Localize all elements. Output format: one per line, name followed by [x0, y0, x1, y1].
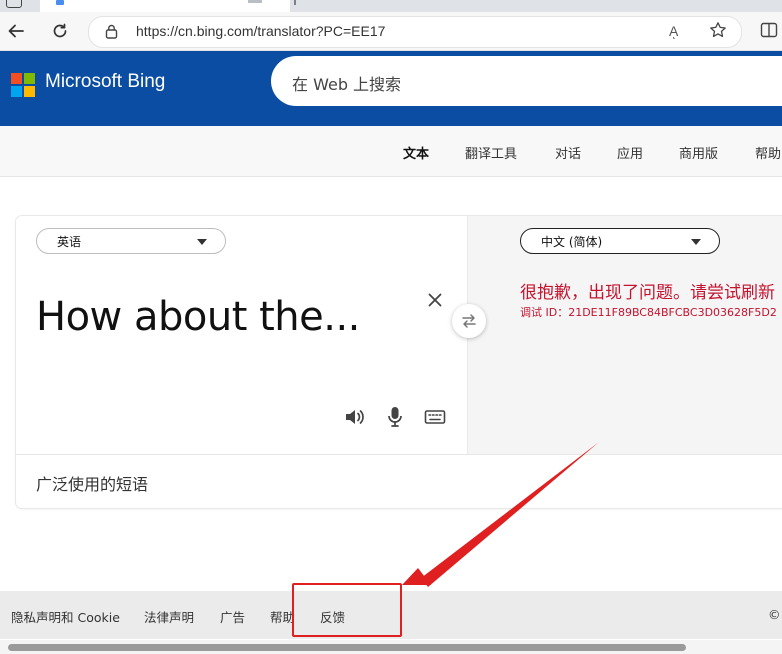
swap-languages-button[interactable]: [452, 304, 486, 338]
browser-toolbar: https://cn.bing.com/translator?PC=EE17 A…: [0, 12, 782, 51]
swap-arrows-icon: [462, 314, 476, 328]
keyboard-button[interactable]: [424, 406, 446, 432]
url-text[interactable]: https://cn.bing.com/translator?PC=EE17: [136, 23, 385, 39]
tab-strip: [0, 0, 782, 12]
tab-translation-tools[interactable]: 翻译工具: [465, 143, 517, 162]
footer-link-ads[interactable]: 广告: [220, 607, 245, 626]
tab-favicon-icon: [56, 0, 64, 5]
footer-link-legal[interactable]: 法律声明: [144, 607, 194, 626]
copyright-text: ©: [768, 607, 781, 622]
scrollbar-thumb[interactable]: [8, 644, 686, 651]
target-language-select[interactable]: 中文 (简体): [520, 228, 720, 254]
refresh-icon: [53, 23, 67, 38]
source-language-label: 英语: [57, 235, 82, 249]
search-input[interactable]: 在 Web 上搜索: [292, 71, 401, 95]
tab-title-fragment: [248, 0, 262, 3]
search-box[interactable]: 在 Web 上搜索: [271, 56, 782, 106]
microsoft-logo-icon[interactable]: [11, 73, 35, 97]
tab-conversation[interactable]: 对话: [555, 143, 581, 162]
microphone-button[interactable]: [386, 406, 404, 432]
split-screen-icon[interactable]: [760, 21, 778, 43]
tab-text[interactable]: 文本: [403, 143, 429, 162]
tab-help[interactable]: 帮助: [755, 143, 781, 162]
source-text-input[interactable]: How about the...: [36, 294, 360, 340]
back-button[interactable]: [2, 17, 30, 45]
source-pane: 英语 How about the...: [16, 216, 468, 454]
tab-business[interactable]: 商用版: [679, 143, 718, 162]
common-phrases-section[interactable]: 广泛使用的短语: [16, 454, 782, 509]
microphone-icon: [388, 407, 402, 427]
tab-apps[interactable]: 应用: [617, 143, 643, 162]
horizontal-scrollbar[interactable]: [0, 640, 782, 654]
read-aloud-icon[interactable]: Aͅ: [669, 23, 678, 39]
speaker-button[interactable]: [344, 406, 366, 432]
refresh-button[interactable]: [46, 17, 74, 45]
common-phrases-label[interactable]: 广泛使用的短语: [36, 471, 148, 495]
clear-text-button[interactable]: [428, 288, 442, 312]
keyboard-icon: [424, 410, 446, 424]
error-debug-id: 调试 ID：21DE11F89BC84BFCBC3D03628F5D2: [520, 306, 777, 319]
favorite-star-icon[interactable]: [709, 21, 727, 43]
tab-separator: [294, 0, 296, 5]
lock-icon[interactable]: [105, 24, 118, 43]
workspaces-icon[interactable]: [6, 0, 22, 8]
chevron-down-icon: [197, 239, 207, 245]
speaker-icon: [346, 410, 364, 424]
translator-card: 英语 How about the... 中文 (简体) 很抱歉，出现了问题。请尝…: [16, 216, 782, 508]
target-language-label: 中文 (简体): [541, 235, 603, 249]
close-icon: [428, 293, 442, 307]
error-message: 很抱歉，出现了问题。请尝试刷新: [520, 283, 775, 303]
source-language-select[interactable]: 英语: [36, 228, 226, 254]
annotation-highlight-box: [292, 583, 402, 637]
target-pane: 中文 (简体) 很抱歉，出现了问题。请尝试刷新 调试 ID：21DE11F89B…: [468, 216, 782, 454]
bing-header: Microsoft Bing 在 Web 上搜索: [0, 51, 782, 126]
footer-link-privacy[interactable]: 隐私声明和 Cookie: [11, 607, 120, 626]
address-bar[interactable]: https://cn.bing.com/translator?PC=EE17 A…: [88, 16, 742, 48]
brand-name[interactable]: Microsoft Bing: [45, 71, 165, 93]
back-arrow-icon: [8, 24, 24, 38]
translator-subnav: 文本 翻译工具 对话 应用 商用版 帮助: [0, 126, 782, 177]
chevron-down-icon: [691, 239, 701, 245]
